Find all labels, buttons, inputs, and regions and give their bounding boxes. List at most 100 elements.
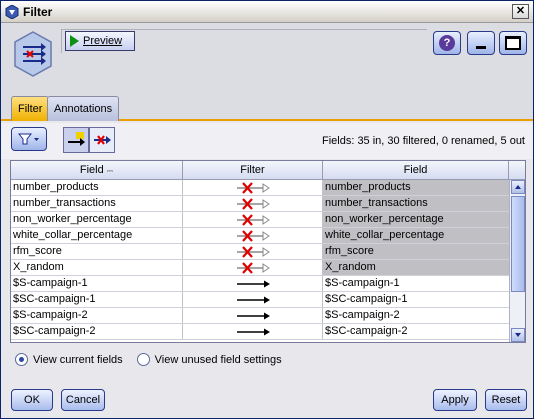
output-field-name[interactable]: $S-campaign-2 [323,308,509,323]
minimize-icon [476,45,486,49]
button-bar: OK Cancel Apply Reset [1,375,533,418]
remove-arrow-icon [236,213,270,226]
output-field-name[interactable]: white_collar_percentage [323,228,509,243]
dialog-header: Preview ? [1,23,533,93]
pass-arrow-icon [236,296,270,303]
filter-toggle-cell[interactable] [183,324,323,339]
ok-button[interactable]: OK [11,389,53,411]
table-body: number_products number_products number_tra… [11,180,509,340]
cancel-button[interactable]: Cancel [61,389,105,411]
view-current-radio[interactable] [15,353,28,366]
window-title: Filter [23,5,53,19]
chevron-down-icon [515,333,521,337]
filter-toolbar: Fields: 35 in, 30 filtered, 0 renamed, 5… [1,123,533,159]
view-unused-label[interactable]: View unused field settings [155,354,282,366]
filter-toggle-cell[interactable] [183,260,323,275]
tab-annotations[interactable]: Annotations [47,96,120,121]
table-row[interactable]: $S-campaign-2 $S-campaign-2 [11,308,509,324]
table-row[interactable]: X_random X_random [11,260,509,276]
tab-filter[interactable]: Filter [11,96,50,121]
column-header-filter[interactable]: Filter [183,161,323,179]
scroll-thumb[interactable] [511,196,525,292]
filter-toggle-cell[interactable] [183,196,323,211]
input-field-name: $SC-campaign-1 [11,292,183,307]
table-row[interactable]: non_worker_percentage non_worker_percenta… [11,212,509,228]
remove-arrow-icon [236,261,270,274]
filter-table: Field ⎓ Filter Field number_products numb… [10,160,526,343]
view-options: View current fields View unused field se… [15,353,282,366]
filter-dialog: Filter ✕ Preview ? Filter Annotations Fi… [0,0,534,419]
input-field-name: $SC-campaign-2 [11,324,183,339]
output-field-name[interactable]: X_random [323,260,509,275]
pass-arrow-icon [236,280,270,287]
table-header: Field ⎓ Filter Field [11,161,525,180]
remove-arrow-icon [236,181,270,194]
table-row[interactable]: number_transactions number_transactions [11,196,509,212]
filter-options-dropdown[interactable] [11,127,47,151]
pass-arrow-icon [236,328,270,335]
table-row[interactable]: $SC-campaign-2 $SC-campaign-2 [11,324,509,340]
input-field-name: $S-campaign-2 [11,308,183,323]
column-header-field-in[interactable]: Field ⎓ [11,161,183,179]
table-row[interactable]: number_products number_products [11,180,509,196]
fields-summary: Fields: 35 in, 30 filtered, 0 renamed, 5… [321,135,525,147]
apply-button[interactable]: Apply [433,389,477,411]
output-field-name[interactable]: non_worker_percentage [323,212,509,227]
scroll-up-button[interactable] [511,180,525,194]
maximize-button[interactable] [499,31,527,55]
view-unused-radio[interactable] [136,353,150,366]
sort-indicator-icon: ⎓ [106,166,114,175]
scroll-down-button[interactable] [511,328,525,342]
reset-button[interactable]: Reset [485,389,527,411]
output-field-name[interactable]: number_products [323,180,509,195]
output-field-name[interactable]: rfm_score [323,244,509,259]
title-bar: Filter ✕ [1,1,533,23]
filter-toggle-cell[interactable] [183,228,323,243]
filter-toggle-cell[interactable] [183,180,323,195]
remove-fields-toggle[interactable] [89,127,115,153]
minimize-button[interactable] [467,31,495,55]
input-field-name: X_random [11,260,183,275]
pass-arrow-icon [68,132,85,146]
remove-arrow-icon [236,197,270,210]
table-row[interactable]: white_collar_percentage white_collar_perc… [11,228,509,244]
input-field-name: number_products [11,180,183,195]
preview-button[interactable]: Preview [65,31,135,51]
table-row[interactable]: rfm_score rfm_score [11,244,509,260]
input-field-name: $S-campaign-1 [11,276,183,291]
input-field-name: rfm_score [11,244,183,259]
output-field-name[interactable]: $SC-campaign-1 [323,292,509,307]
filter-node-icon [5,5,19,19]
help-icon: ? [439,35,455,51]
filter-node-icon [14,31,52,77]
table-row[interactable]: $S-campaign-1 $S-campaign-1 [11,276,509,292]
tab-bar: Filter Annotations [1,93,533,121]
filter-toggle-cell[interactable] [183,308,323,323]
vertical-scrollbar[interactable] [509,180,525,342]
play-icon [70,35,79,47]
column-label: Field [79,164,104,176]
output-field-name[interactable]: number_transactions [323,196,509,211]
input-field-name: white_collar_percentage [11,228,183,243]
input-field-name: number_transactions [11,196,183,211]
output-field-name[interactable]: $SC-campaign-2 [323,324,509,339]
preview-label: Preview [83,35,123,47]
pass-arrow-icon [236,312,270,319]
filter-toggle-cell[interactable] [183,276,323,291]
filter-toggle-cell[interactable] [183,212,323,227]
input-field-name: non_worker_percentage [11,212,183,227]
chevron-up-icon [515,185,521,189]
table-row[interactable]: $SC-campaign-1 $SC-campaign-1 [11,292,509,308]
output-field-name[interactable]: $S-campaign-1 [323,276,509,291]
filter-toggle-cell[interactable] [183,292,323,307]
view-current-label[interactable]: View current fields [33,354,123,366]
remove-arrow-icon [236,229,270,242]
remove-arrow-icon [94,135,111,145]
remove-arrow-icon [236,245,270,258]
close-icon[interactable]: ✕ [512,4,529,19]
column-header-field-out[interactable]: Field [323,161,509,179]
pass-fields-toggle[interactable] [63,127,89,153]
help-button[interactable]: ? [433,31,461,55]
funnel-icon [17,133,39,145]
filter-toggle-cell[interactable] [183,244,323,259]
